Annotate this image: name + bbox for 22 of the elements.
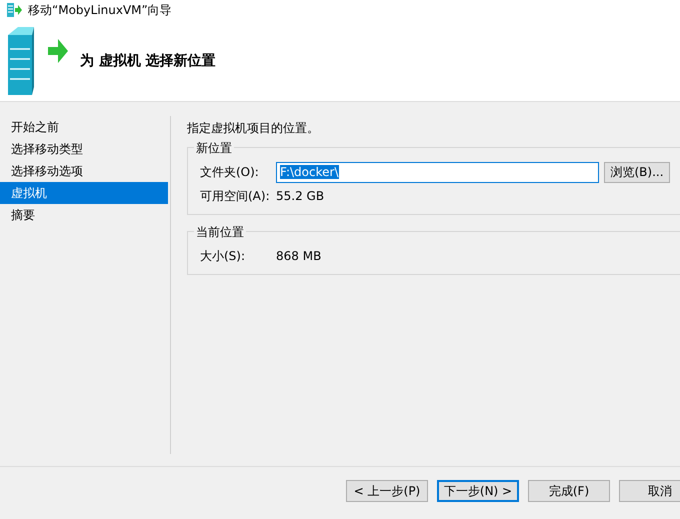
wizard-button[interactable]: 下一步(N) > [437,480,519,502]
sidebar-item[interactable]: 开始之前 [0,116,168,138]
sidebar-item[interactable]: 虚拟机 [0,182,168,204]
server-arrow-icon [6,24,68,96]
instruction-text: 指定虚拟机项目的位置。 [187,120,320,137]
wizard-button[interactable]: < 上一步(P) [346,480,428,502]
window-title: 移动“MobyLinuxVM”向导 [28,2,172,18]
sidebar-item[interactable]: 选择移动类型 [0,138,168,160]
field-value: 868 MB [276,249,322,263]
field-label: 大小(S): [200,248,246,264]
field-value: 55.2 GB [276,189,324,203]
sidebar-item[interactable]: 摘要 [0,204,168,226]
page-heading: 为 虚拟机 选择新位置 [80,52,216,70]
folder-input-field[interactable]: F:\docker\ [276,162,599,182]
browse-button[interactable]: 浏览(B)... [604,162,670,182]
field-label: 可用空间(A): [200,188,271,204]
group-title: 当前位置 [194,224,246,241]
sidebar-item[interactable]: 选择移动选项 [0,160,168,182]
field-label: 文件夹(O): [200,164,260,180]
wizard-button[interactable]: 完成(F) [528,480,610,502]
wizard-button[interactable]: 取消 [619,480,680,502]
group-title: 新位置 [194,140,234,157]
